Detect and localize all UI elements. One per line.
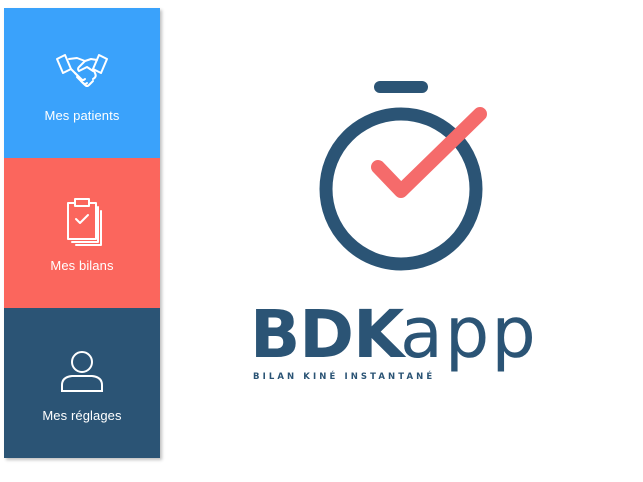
sidebar-item-label: Mes patients xyxy=(44,107,120,123)
stopwatch-button-icon xyxy=(374,81,428,93)
handshake-icon xyxy=(55,44,109,98)
sidebar-item-label: Mes bilans xyxy=(50,257,114,273)
sidebar-item-reglages[interactable]: Mes réglages xyxy=(4,308,160,458)
sidebar-item-patients[interactable]: Mes patients xyxy=(4,8,160,158)
sidebar: Mes patients Mes bilans Mes réglages xyxy=(4,8,160,458)
brand-main: BDK xyxy=(250,296,404,373)
brand-tagline: BILAN KINÉ INSTANTANÉ xyxy=(253,372,436,382)
sidebar-item-label: Mes réglages xyxy=(42,407,122,423)
app-root: Mes patients Mes bilans Mes réglages BDK… xyxy=(0,0,643,482)
sidebar-item-bilans[interactable]: Mes bilans xyxy=(4,158,160,308)
user-icon xyxy=(55,344,109,398)
clipboard-check-icon xyxy=(55,194,109,248)
brand-wordmark: BDK app BILAN KINÉ INSTANTANÉ xyxy=(250,292,570,390)
brand-sub: app xyxy=(400,292,538,374)
